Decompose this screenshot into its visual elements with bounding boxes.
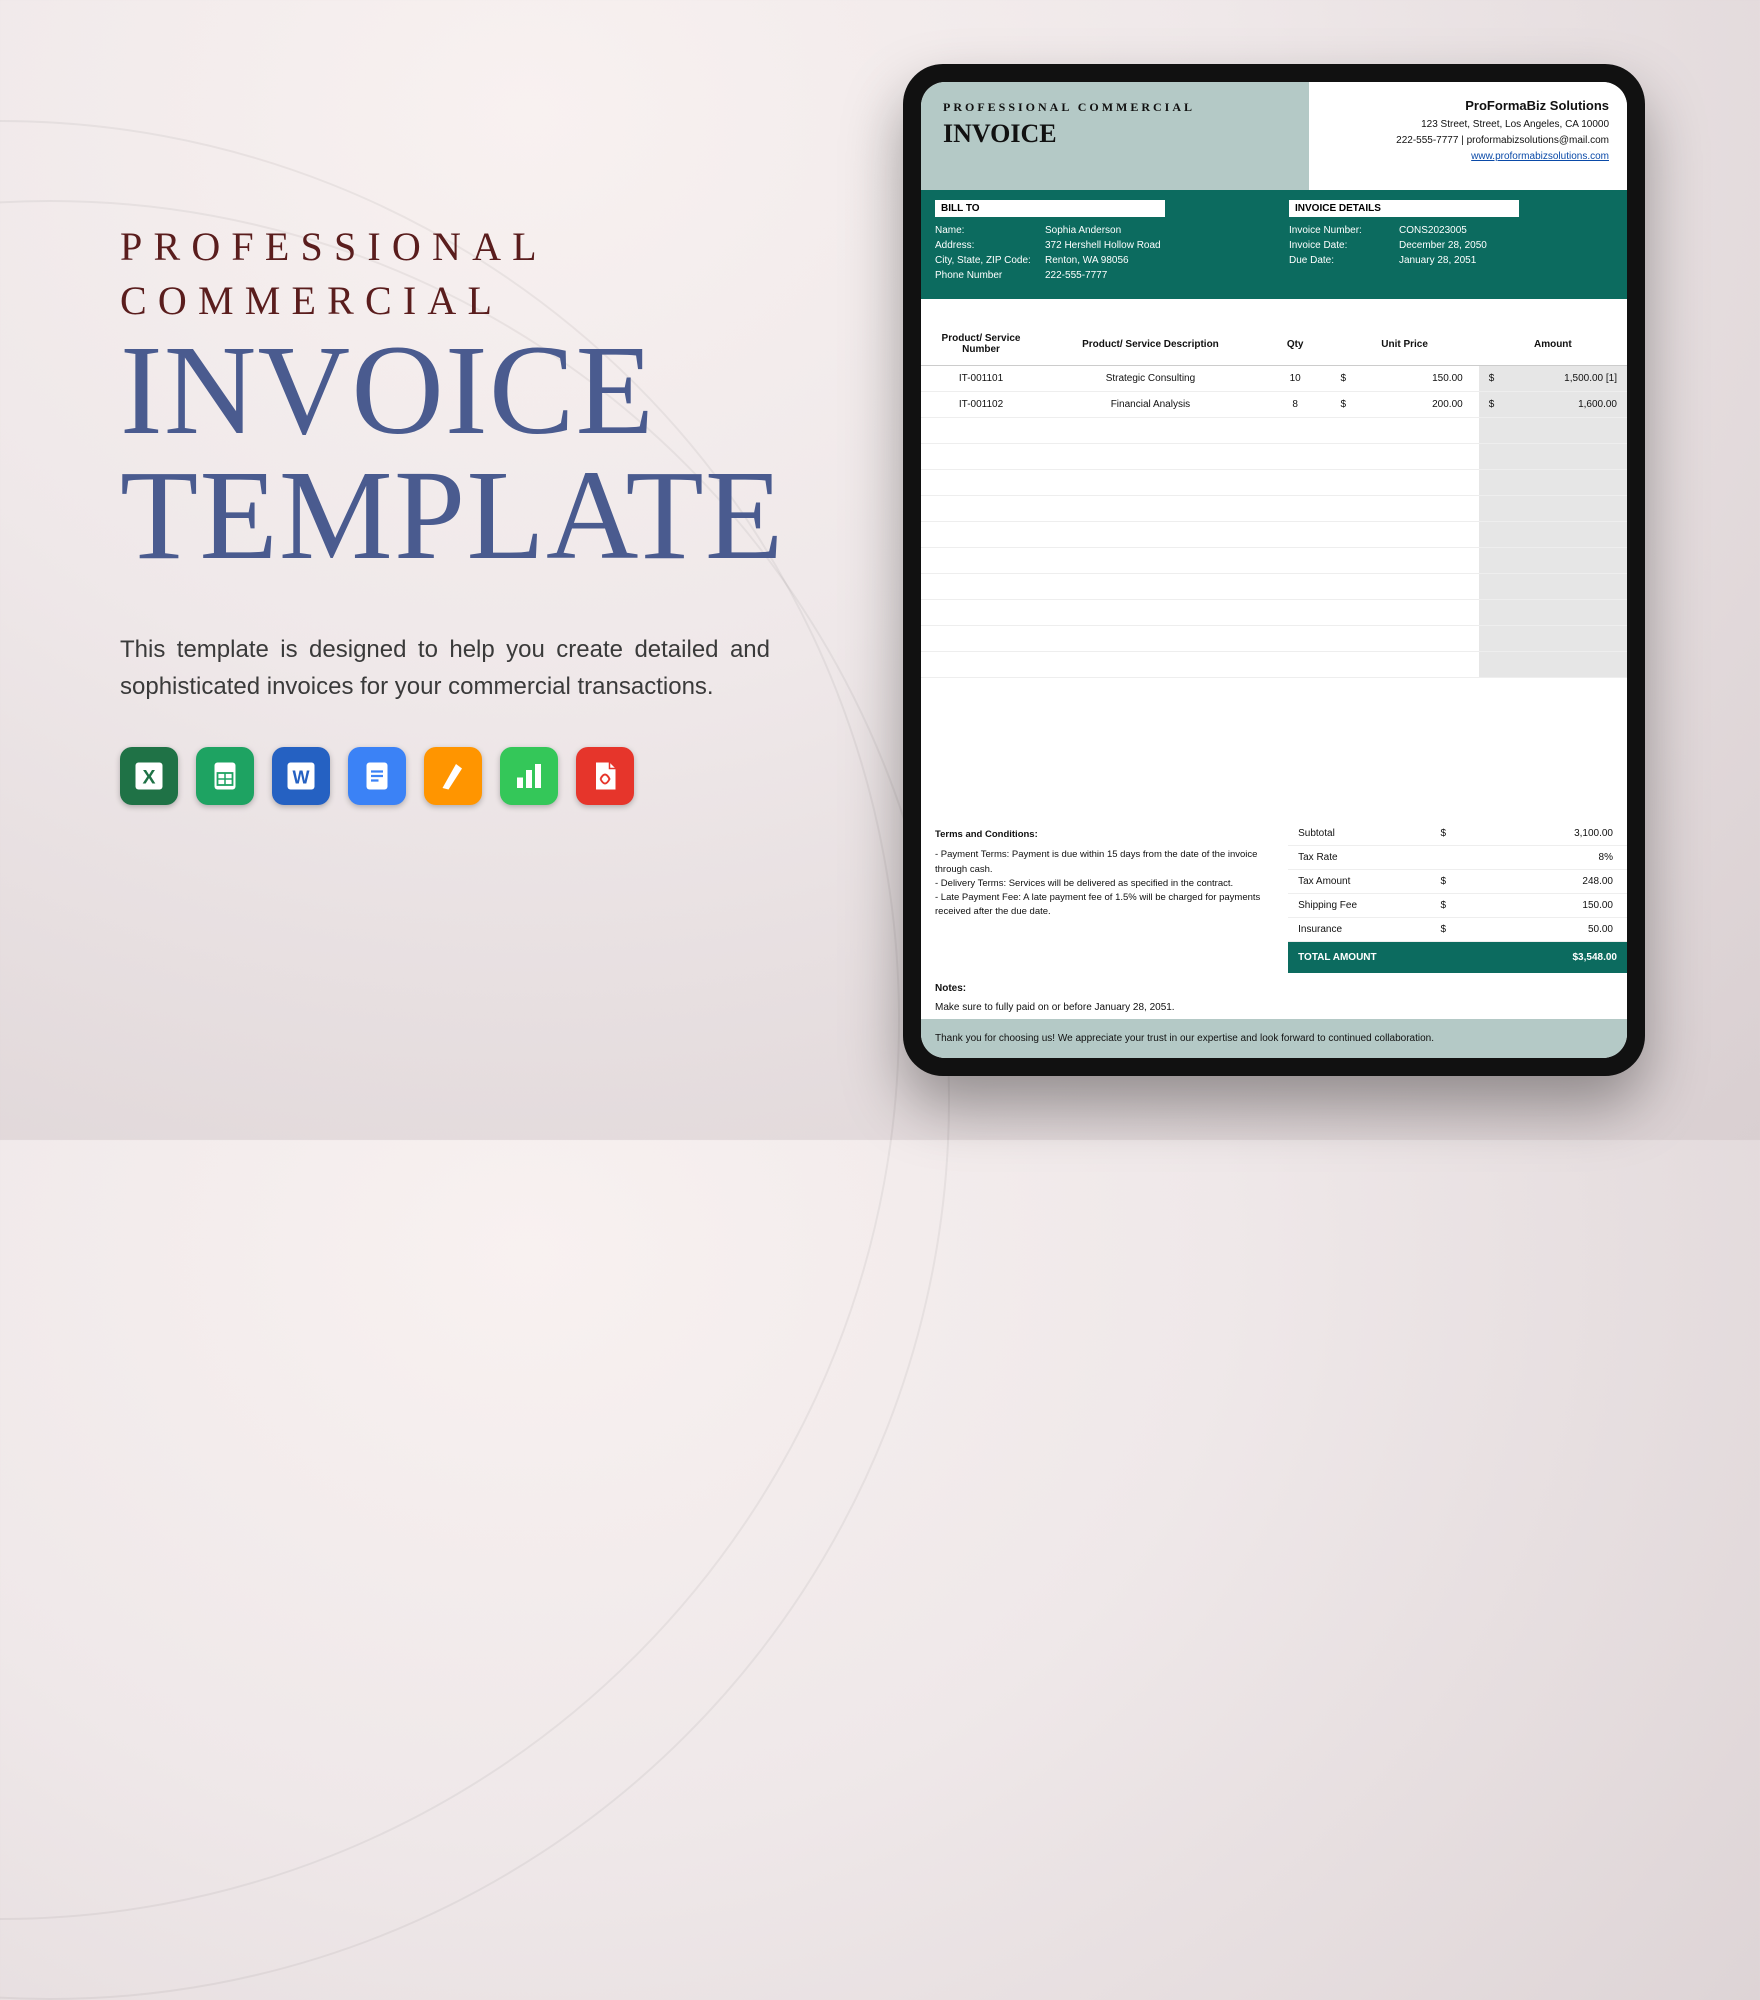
svg-text:X: X xyxy=(142,767,155,789)
invoice-details-block: INVOICE DETAILS Invoice Number:CONS20230… xyxy=(1289,200,1613,285)
bill-phone: 222-555-7777 xyxy=(1045,270,1107,281)
invoice-header-right: ProFormaBiz Solutions 123 Street, Street… xyxy=(1309,82,1627,190)
title-line1: PROFESSIONAL xyxy=(120,220,770,274)
tablet-frame: PROFESSIONAL COMMERCIAL INVOICE ProForma… xyxy=(903,64,1645,1076)
subtotal-label: Subtotal xyxy=(1288,822,1430,846)
summary-block: Subtotal$3,100.00 Tax Rate8% Tax Amount$… xyxy=(1288,822,1627,973)
ship-label: Shipping Fee xyxy=(1288,894,1430,918)
title-big1: INVOICE xyxy=(120,328,770,453)
table-row-empty xyxy=(921,444,1627,470)
table-row-empty xyxy=(921,626,1627,652)
doc-title-line1: PROFESSIONAL COMMERCIAL xyxy=(943,100,1309,115)
label-invnum: Invoice Number: xyxy=(1289,225,1399,236)
pdf-icon xyxy=(576,747,634,805)
excel-icon: X xyxy=(120,747,178,805)
table-row-empty xyxy=(921,496,1627,522)
numbers-icon xyxy=(500,747,558,805)
label-invdate: Invoice Date: xyxy=(1289,240,1399,251)
promo-panel: PROFESSIONAL COMMERCIAL INVOICE TEMPLATE… xyxy=(120,220,770,805)
items-header-row: Product/ Service Number Product/ Service… xyxy=(921,299,1627,366)
company-name: ProFormaBiz Solutions xyxy=(1309,96,1609,117)
cell-qty: 8 xyxy=(1260,392,1331,418)
invoice-date: December 28, 2050 xyxy=(1399,240,1487,251)
pages-icon xyxy=(424,747,482,805)
details-title: INVOICE DETAILS xyxy=(1289,200,1519,217)
table-row-empty xyxy=(921,548,1627,574)
subtotal-value: 3,100.00 xyxy=(1456,822,1627,846)
doc-title-line2: INVOICE xyxy=(943,119,1309,149)
cell-unit: $150.00 xyxy=(1330,366,1478,392)
invoice-header-left: PROFESSIONAL COMMERCIAL INVOICE xyxy=(921,82,1309,190)
terms-title: Terms and Conditions: xyxy=(935,828,1276,842)
label-due: Due Date: xyxy=(1289,255,1399,266)
company-contact: 222-555-7777 | proformabizsolutions@mail… xyxy=(1309,133,1609,149)
company-address: 123 Street, Street, Los Angeles, CA 1000… xyxy=(1309,117,1609,133)
taxamt-value: 248.00 xyxy=(1456,870,1627,894)
invoice-document: PROFESSIONAL COMMERCIAL INVOICE ProForma… xyxy=(921,82,1627,1058)
taxrate-value: 8% xyxy=(1456,846,1627,870)
col-num: Product/ Service Number xyxy=(921,299,1041,366)
taxrate-label: Tax Rate xyxy=(1288,846,1430,870)
total-label: TOTAL AMOUNT xyxy=(1288,942,1430,974)
notes-title: Notes: xyxy=(935,983,1613,994)
app-icons-row: X W xyxy=(120,747,770,805)
lower-section: Terms and Conditions: - Payment Terms: P… xyxy=(921,822,1627,973)
bill-address: 372 Hershell Hollow Road xyxy=(1045,240,1161,251)
items-table: Product/ Service Number Product/ Service… xyxy=(921,299,1627,678)
term-3: - Late Payment Fee: A late payment fee o… xyxy=(935,891,1276,920)
notes-body: Make sure to fully paid on or before Jan… xyxy=(935,1002,1613,1013)
col-desc: Product/ Service Description xyxy=(1041,299,1260,366)
description: This template is designed to help you cr… xyxy=(120,631,770,705)
word-icon: W xyxy=(272,747,330,805)
docs-icon xyxy=(348,747,406,805)
label-name: Name: xyxy=(935,225,1045,236)
table-row: IT-001102Financial Analysis8$200.00$1,60… xyxy=(921,392,1627,418)
col-amt: Amount xyxy=(1479,299,1627,366)
info-band: BILL TO Name:Sophia Anderson Address:372… xyxy=(921,190,1627,299)
term-2: - Delivery Terms: Services will be deliv… xyxy=(935,877,1276,891)
bill-to-title: BILL TO xyxy=(935,200,1165,217)
total-value: $3,548.00 xyxy=(1456,942,1627,974)
ins-value: 50.00 xyxy=(1456,918,1627,942)
thanks-footer: Thank you for choosing us! We appreciate… xyxy=(921,1019,1627,1058)
cell-num: IT-001101 xyxy=(921,366,1041,392)
invoice-number: CONS2023005 xyxy=(1399,225,1467,236)
table-row-empty xyxy=(921,574,1627,600)
label-csz: City, State, ZIP Code: xyxy=(935,255,1045,266)
line-items: Product/ Service Number Product/ Service… xyxy=(921,299,1627,822)
table-row-empty xyxy=(921,600,1627,626)
table-row-empty xyxy=(921,652,1627,678)
cell-qty: 10 xyxy=(1260,366,1331,392)
cell-amount: $1,600.00 xyxy=(1479,392,1627,418)
bill-name: Sophia Anderson xyxy=(1045,225,1121,236)
label-address: Address: xyxy=(935,240,1045,251)
sheets-icon xyxy=(196,747,254,805)
table-row: IT-001101Strategic Consulting10$150.00$1… xyxy=(921,366,1627,392)
table-row-empty xyxy=(921,470,1627,496)
taxamt-label: Tax Amount xyxy=(1288,870,1430,894)
table-row-empty xyxy=(921,418,1627,444)
term-1: - Payment Terms: Payment is due within 1… xyxy=(935,848,1276,877)
col-unit: Unit Price xyxy=(1330,299,1478,366)
bill-to-block: BILL TO Name:Sophia Anderson Address:372… xyxy=(935,200,1259,285)
ins-label: Insurance xyxy=(1288,918,1430,942)
terms-block: Terms and Conditions: - Payment Terms: P… xyxy=(921,822,1288,973)
label-phone: Phone Number xyxy=(935,270,1045,281)
cell-amount: $1,500.00 [1] xyxy=(1479,366,1627,392)
col-qty: Qty xyxy=(1260,299,1331,366)
invoice-header: PROFESSIONAL COMMERCIAL INVOICE ProForma… xyxy=(921,82,1627,190)
company-website-link[interactable]: www.proformabizsolutions.com xyxy=(1471,151,1609,162)
due-date: January 28, 2051 xyxy=(1399,255,1476,266)
table-row-empty xyxy=(921,522,1627,548)
ship-value: 150.00 xyxy=(1456,894,1627,918)
notes-block: Notes: Make sure to fully paid on or bef… xyxy=(921,973,1627,1019)
cell-unit: $200.00 xyxy=(1330,392,1478,418)
svg-text:W: W xyxy=(293,768,310,788)
cell-desc: Financial Analysis xyxy=(1041,392,1260,418)
bill-csz: Renton, WA 98056 xyxy=(1045,255,1129,266)
cell-num: IT-001102 xyxy=(921,392,1041,418)
cell-desc: Strategic Consulting xyxy=(1041,366,1260,392)
title-big2: TEMPLATE xyxy=(120,453,770,578)
